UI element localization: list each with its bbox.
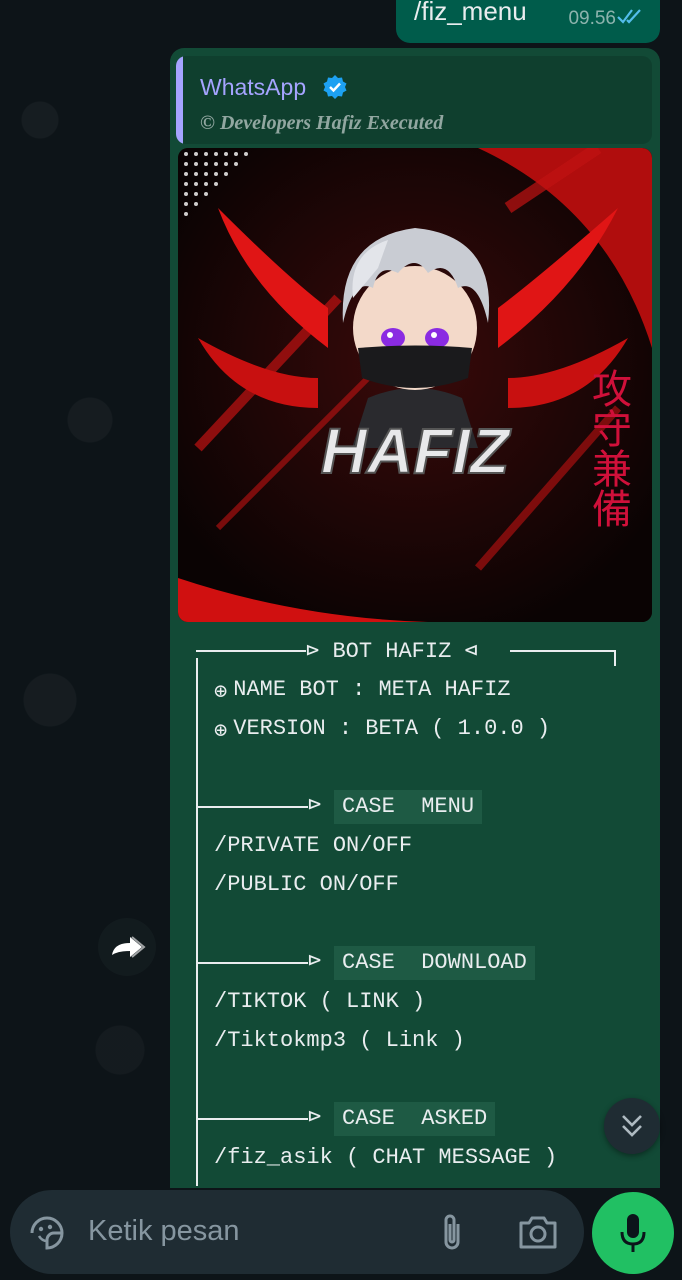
menu-item: /TIKTOK ( LINK ) (214, 989, 426, 1014)
message-composer (10, 1190, 584, 1274)
globe-icon: ⊕ (214, 680, 228, 705)
menu-header: ⊳ BOT HAFIZ ⊲ (306, 639, 478, 664)
double-check-icon (616, 6, 646, 31)
verified-badge-icon (322, 74, 348, 105)
menu-item: /Tiktokmp3 ( Link ) (214, 1028, 465, 1053)
menu-version-text: VERSION : BETA ( 1.0.0 ) (233, 716, 551, 741)
voice-record-button[interactable] (592, 1192, 674, 1274)
menu-frame-top-left (196, 650, 306, 652)
section-arrow-icon: ⊳ (308, 949, 322, 974)
globe-icon: ⊕ (214, 719, 228, 744)
hafiz-banner-art: HAFIZ 攻守兼備 (178, 148, 652, 622)
quoted-sender-name: WhatsApp (200, 74, 307, 100)
forward-icon (110, 933, 146, 966)
section-divider (198, 806, 308, 808)
message-time: 09.56 (568, 8, 616, 29)
menu-header-text: BOT HAFIZ (332, 639, 452, 664)
forward-button[interactable] (98, 918, 156, 976)
section-title-download: CASE DOWNLOAD (334, 946, 535, 980)
sent-message-text: /fiz_menu (414, 0, 527, 26)
menu-frame-right-tick (614, 650, 616, 666)
mic-icon (619, 1212, 647, 1259)
menu-item: /PUBLIC ON/OFF (214, 872, 399, 897)
menu-item: /fiz_asik ( CHAT MESSAGE ) (214, 1145, 558, 1170)
menu-name-text: NAME BOT : META HAFIZ (233, 677, 511, 702)
section-title-asked: CASE ASKED (334, 1102, 496, 1136)
camera-icon[interactable] (518, 1214, 558, 1255)
menu-version-line: ⊕ VERSION : BETA ( 1.0.0 ) (214, 715, 550, 746)
quoted-message[interactable]: WhatsApp © Developers Hafiz Executed (176, 56, 652, 144)
quoted-subtitle: © Developers Hafiz Executed (200, 112, 444, 134)
section-arrow-icon: ⊳ (308, 793, 322, 818)
menu-frame-left (196, 658, 198, 1186)
quote-accent-bar (176, 56, 183, 144)
section-title-menu: CASE MENU (334, 790, 483, 824)
sticker-icon[interactable] (28, 1214, 66, 1257)
sent-message-bubble[interactable]: /fiz_menu 09.56 (396, 0, 660, 43)
double-chevron-down-icon (620, 1112, 644, 1145)
section-divider (198, 962, 308, 964)
received-message-bubble[interactable]: WhatsApp © Developers Hafiz Executed HAF… (170, 48, 660, 1188)
banner-side-text: 攻守兼備 (585, 368, 631, 528)
scroll-to-bottom-button[interactable] (604, 1098, 660, 1154)
banner-title-text: HAFIZ (321, 415, 512, 487)
paperclip-icon[interactable] (440, 1212, 466, 1257)
message-image[interactable]: HAFIZ 攻守兼備 (178, 148, 652, 622)
menu-frame-top-right (510, 650, 616, 652)
section-divider (198, 1118, 308, 1120)
menu-item: /PRIVATE ON/OFF (214, 833, 413, 858)
message-input[interactable] (86, 1214, 430, 1249)
menu-name-line: ⊕ NAME BOT : META HAFIZ (214, 676, 511, 707)
section-arrow-icon: ⊳ (308, 1105, 322, 1130)
